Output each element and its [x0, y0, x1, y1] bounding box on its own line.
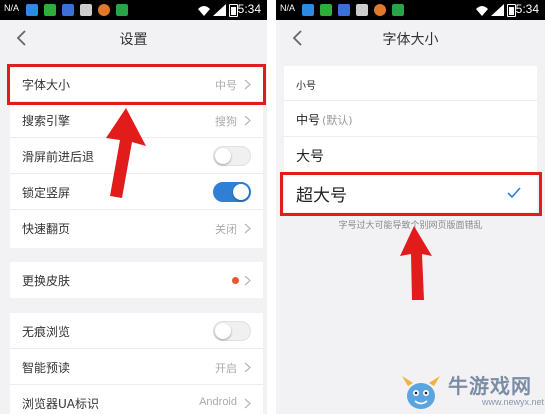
- battery-icon: [229, 4, 238, 17]
- row-label: 搜索引擎: [22, 114, 71, 128]
- new-badge-dot: [232, 277, 239, 284]
- row-label: 无痕浏览: [22, 325, 71, 339]
- settings-group-skin: 更换皮肤: [10, 262, 263, 298]
- default-tag: (默认): [322, 114, 353, 127]
- row-label: 滑屏前进后退: [22, 150, 95, 164]
- row-value: Android: [199, 396, 237, 408]
- incognito-row: 无痕浏览: [10, 313, 263, 349]
- chevron-right-icon: [244, 115, 251, 126]
- font-size-screen: N/A 5:34 字体大小 小号 中号 (默认) 大号 超大号 字号过大可能导致…: [276, 0, 545, 414]
- wifi-icon: [476, 6, 488, 16]
- extra-large-highlight-box: [280, 172, 542, 216]
- signal-icon: [491, 4, 504, 16]
- message-icon: [320, 4, 332, 16]
- status-bar: N/A 5:34: [276, 0, 545, 20]
- image-icon: [356, 4, 368, 16]
- row-label: 更换皮肤: [22, 274, 71, 288]
- row-label: 锁定竖屏: [22, 186, 71, 200]
- clock: 5:34: [237, 2, 261, 16]
- row-value: 开启: [215, 363, 237, 375]
- watermark-url: www.newyx.net: [482, 397, 545, 407]
- red-pointer-arrow: [106, 108, 146, 198]
- notification-icon: [302, 4, 314, 16]
- option-label: 中号: [296, 113, 321, 127]
- chevron-right-icon: [244, 362, 251, 373]
- quick-page-turn-row[interactable]: 快速翻页 关闭: [10, 210, 263, 246]
- smart-preload-row[interactable]: 智能预读 开启: [10, 349, 263, 385]
- user-agent-row[interactable]: 浏览器UA标识 Android: [10, 385, 263, 414]
- toggle-knob: [215, 148, 231, 164]
- nav-bar: 字体大小: [276, 20, 545, 56]
- change-skin-row[interactable]: 更换皮肤: [10, 262, 263, 298]
- app-icon: [62, 4, 74, 16]
- settings-group-browsing: 无痕浏览 智能预读 开启 浏览器UA标识 Android: [10, 313, 263, 414]
- toggle-knob: [233, 184, 249, 200]
- option-label: 大号: [296, 149, 324, 165]
- clock: 5:34: [515, 2, 539, 16]
- option-small[interactable]: 小号: [284, 66, 537, 101]
- carrier-label: N/A: [280, 3, 296, 13]
- row-value: 搜狗: [215, 116, 237, 128]
- toggle-knob: [215, 323, 231, 339]
- lock-portrait-toggle[interactable]: [213, 182, 251, 202]
- row-label: 快速翻页: [22, 222, 71, 236]
- option-large[interactable]: 大号: [284, 137, 537, 173]
- site-watermark: 牛游戏网 www.newyx.net: [400, 368, 545, 414]
- nav-bar: 设置: [0, 20, 267, 56]
- red-pointer-arrow: [400, 226, 432, 300]
- settings-screen: N/A 5:34 设置 字体大小 中号 搜索引擎 搜狗 滑屏前进后退 锁定竖屏 …: [0, 0, 267, 414]
- mail-icon: [116, 4, 128, 16]
- option-label: 小号: [296, 81, 316, 92]
- font-size-highlight-box: [7, 64, 266, 105]
- app-icon: [338, 4, 350, 16]
- row-label: 智能预读: [22, 361, 71, 375]
- swipe-navigation-toggle[interactable]: [213, 146, 251, 166]
- page-title: 设置: [119, 32, 148, 48]
- watermark-brand: 牛游戏网: [448, 374, 532, 398]
- chevron-right-icon: [244, 275, 251, 286]
- signal-icon: [213, 4, 226, 16]
- row-label: 浏览器UA标识: [22, 397, 99, 411]
- wifi-icon: [198, 6, 210, 16]
- option-medium[interactable]: 中号 (默认): [284, 101, 537, 137]
- carrier-label: N/A: [4, 3, 20, 13]
- incognito-toggle[interactable]: [213, 321, 251, 341]
- chevron-right-icon: [244, 398, 251, 409]
- battery-icon: [507, 4, 516, 17]
- row-value: 关闭: [215, 224, 237, 236]
- mascot-logo-icon: [402, 376, 440, 409]
- mail-icon: [392, 4, 404, 16]
- message-icon: [44, 4, 56, 16]
- sync-icon: [98, 4, 110, 16]
- image-icon: [80, 4, 92, 16]
- sync-icon: [374, 4, 386, 16]
- page-title: 字体大小: [382, 32, 439, 48]
- chevron-right-icon: [244, 223, 251, 234]
- status-bar: N/A 5:34: [0, 0, 267, 20]
- notification-icon: [26, 4, 38, 16]
